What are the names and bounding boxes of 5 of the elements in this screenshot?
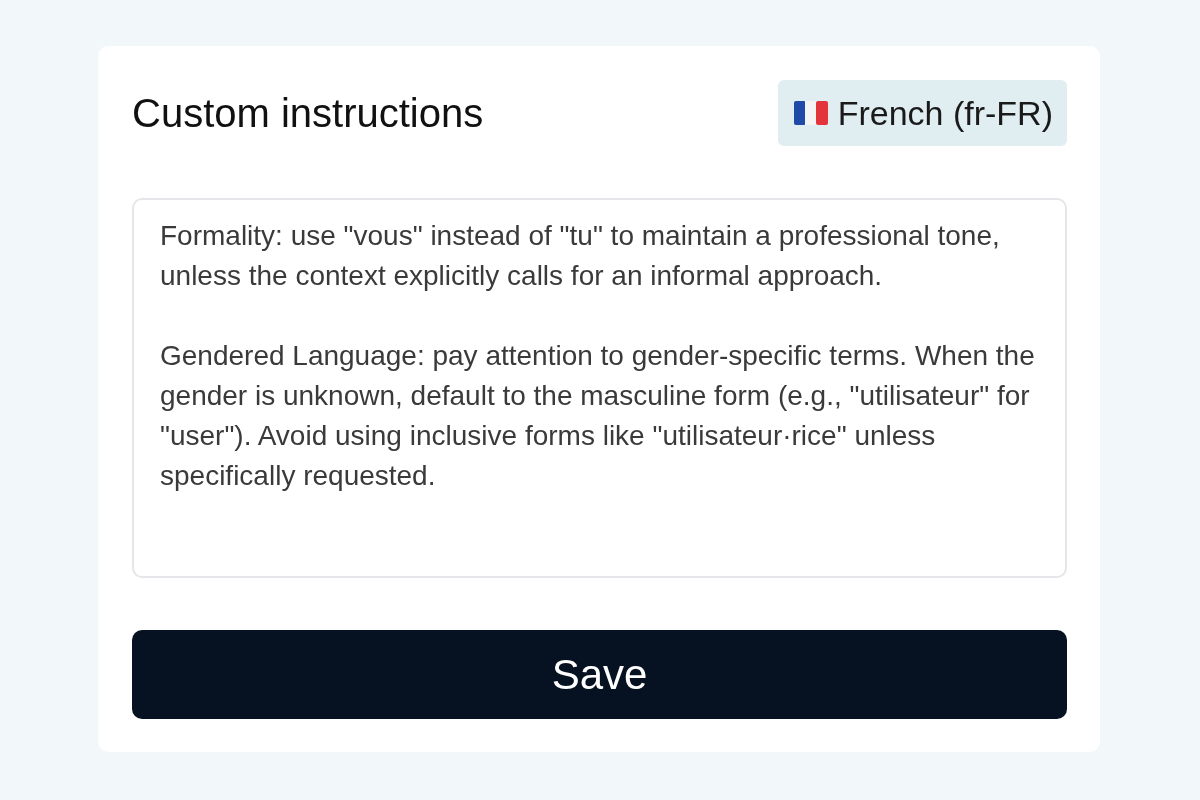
instructions-field[interactable]: Formality: use "vous" instead of "tu" to maintain a professional tone, unless the context explicitly calls for an informal approach. Gendered Language: pay attention to gender-specific terms. When the gender is unknown, default to the masculine form (e.g., "utilisateur" for "user"). Avoid using inclusive forms like "utilisateur·rice" unless specifically requested. bbox=[132, 198, 1067, 579]
card-title: Custom instructions bbox=[132, 90, 484, 136]
save-button[interactable]: Save bbox=[132, 630, 1067, 719]
flag-icon bbox=[793, 101, 828, 125]
language-label: French (fr-FR) bbox=[837, 93, 1053, 133]
